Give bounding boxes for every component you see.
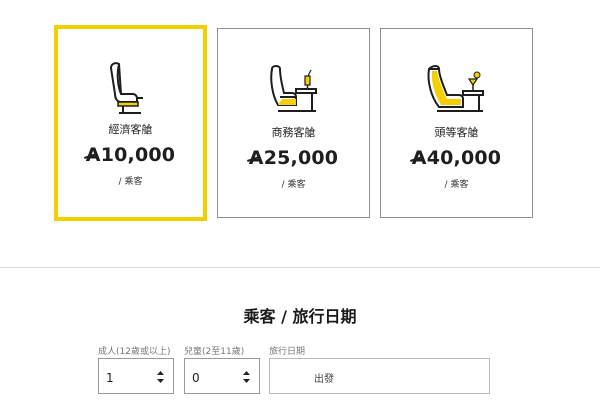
- cabin-name: 商務客艙: [271, 126, 316, 139]
- per-passenger-label: / 乘客: [118, 177, 143, 187]
- cabin-price: A25,000: [218, 147, 369, 169]
- price-amount: 40,000: [426, 147, 502, 169]
- price-amount: 25,000: [263, 147, 339, 169]
- cabin-card-first[interactable]: 頭等客艙 A40,000 / 乘客: [380, 28, 533, 218]
- cabin-card-business[interactable]: 商務客艙 A25,000 / 乘客: [217, 28, 370, 218]
- travel-date-label: 旅行日期: [269, 347, 306, 357]
- economy-seat-icon: [109, 62, 143, 114]
- adults-label: 成人(12歲或以上): [98, 347, 171, 357]
- adults-value: 1: [106, 371, 114, 385]
- select-arrows-icon: [157, 371, 164, 383]
- cabin-name: 頭等客艙: [434, 126, 479, 139]
- currency-symbol: A: [411, 147, 427, 169]
- currency-symbol: A: [248, 147, 264, 169]
- price-amount: 10,000: [100, 144, 176, 166]
- children-label: 兒童(2至11歲): [184, 347, 245, 357]
- cabin-price: A40,000: [381, 147, 532, 169]
- children-select[interactable]: 0: [184, 358, 260, 394]
- business-seat-icon: [269, 65, 317, 112]
- first-class-seat-icon: [427, 65, 484, 112]
- currency-symbol: A: [85, 144, 101, 166]
- cabin-class-selector: 經濟客艙 A10,000 / 乘客 商務客艙 A25,000 / 乘客 頭等客艙…: [0, 0, 600, 230]
- departure-date-field[interactable]: 出發: [269, 358, 490, 394]
- section-divider: [0, 267, 600, 268]
- cabin-name: 經濟客艙: [108, 123, 153, 136]
- per-passenger-label: / 乘客: [444, 180, 469, 190]
- passengers-section-title: 乘客 / 旅行日期: [243, 307, 357, 326]
- select-arrows-icon: [243, 371, 250, 383]
- per-passenger-label: / 乘客: [281, 180, 306, 190]
- cabin-card-economy[interactable]: 經濟客艙 A10,000 / 乘客: [54, 25, 207, 221]
- cabin-price: A10,000: [58, 144, 203, 166]
- adults-select[interactable]: 1: [98, 358, 174, 394]
- departure-placeholder: 出發: [314, 374, 334, 385]
- children-value: 0: [192, 371, 200, 385]
